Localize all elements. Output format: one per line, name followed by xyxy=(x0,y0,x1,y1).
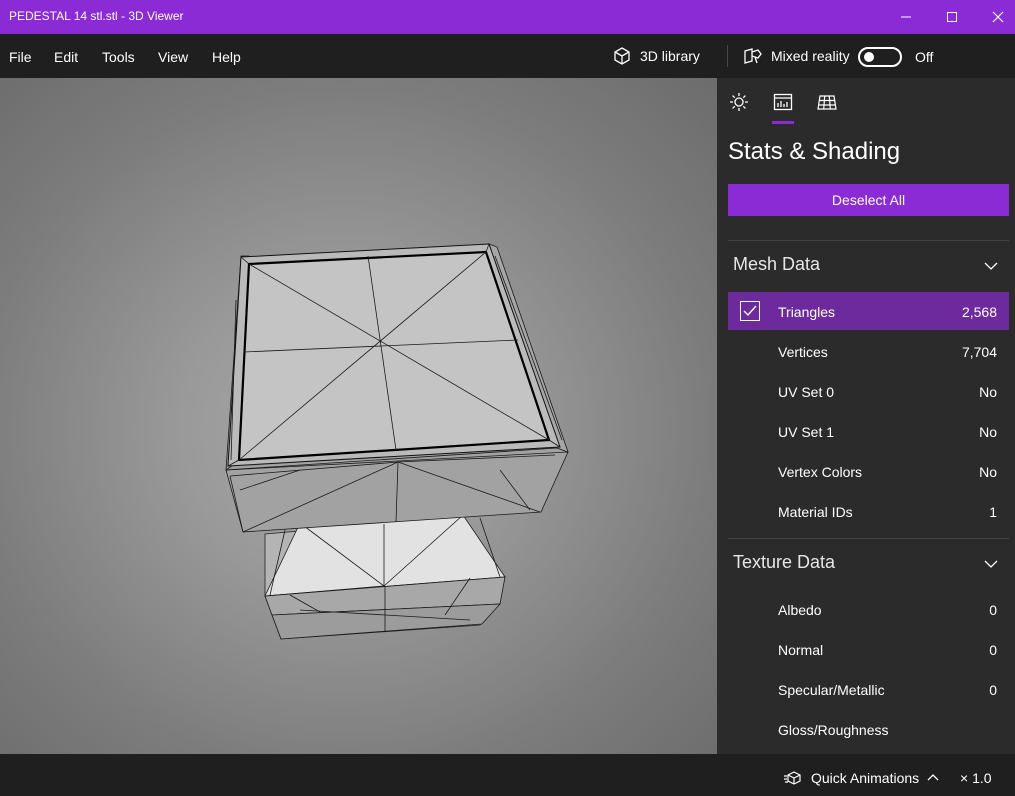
active-tab-indicator xyxy=(772,121,794,124)
row-value: 0 xyxy=(989,602,997,618)
mixed-reality-toggle[interactable] xyxy=(858,47,902,67)
toolbar-separator xyxy=(727,45,728,67)
row-label: Material IDs xyxy=(778,504,853,520)
row-value: 0 xyxy=(989,682,997,698)
row-value: No xyxy=(979,424,997,440)
row-label: Albedo xyxy=(778,602,822,618)
mesh-row-vertex-colors[interactable]: Vertex Colors No xyxy=(728,452,1009,490)
divider xyxy=(728,240,1009,241)
title-bar: PEDESTAL 14 stl.stl - 3D Viewer xyxy=(0,0,1015,34)
tab-lighting[interactable] xyxy=(727,90,751,114)
mesh-row-material-ids[interactable]: Material IDs 1 xyxy=(728,492,1009,530)
row-label: Gloss/Roughness xyxy=(778,722,889,738)
animation-speed[interactable]: × 1.0 xyxy=(960,770,992,786)
mesh-row-uv-set-1[interactable]: UV Set 1 No xyxy=(728,412,1009,450)
close-button[interactable] xyxy=(975,0,1015,34)
stats-panel: Stats & Shading Deselect All Mesh Data T… xyxy=(717,78,1015,754)
menu-help[interactable]: Help xyxy=(212,49,241,65)
row-label: UV Set 1 xyxy=(778,424,835,440)
row-value: 0 xyxy=(989,642,997,658)
minimize-icon xyxy=(901,16,911,18)
chevron-down-icon[interactable] xyxy=(983,556,999,572)
quick-animations-label: Quick Animations xyxy=(811,770,920,786)
menu-view[interactable]: View xyxy=(158,49,188,65)
maximize-button[interactable] xyxy=(929,0,975,34)
row-value: No xyxy=(979,464,997,480)
menu-edit[interactable]: Edit xyxy=(54,49,78,65)
texture-data-header[interactable]: Texture Data xyxy=(733,552,835,573)
animation-icon xyxy=(784,771,801,785)
panel-title: Stats & Shading xyxy=(728,138,901,165)
texture-row-gloss-roughness[interactable]: Gloss/Roughness xyxy=(728,710,1009,748)
row-value: 2,568 xyxy=(961,304,997,320)
row-label: Specular/Metallic xyxy=(778,682,885,698)
mesh-row-uv-set-0[interactable]: UV Set 0 No xyxy=(728,372,1009,410)
mesh-row-triangles[interactable]: Triangles 2,568 xyxy=(728,292,1009,330)
toggle-knob xyxy=(864,52,874,62)
checkmark-icon xyxy=(743,305,757,317)
quick-animations-button[interactable]: Quick Animations xyxy=(783,770,947,786)
window-title: PEDESTAL 14 stl.stl - 3D Viewer xyxy=(9,9,184,23)
tab-stats[interactable] xyxy=(771,90,795,114)
cube-icon xyxy=(614,47,630,65)
mesh-data-header[interactable]: Mesh Data xyxy=(733,254,820,275)
row-value: No xyxy=(979,384,997,400)
minimize-button[interactable] xyxy=(883,0,929,34)
texture-row-albedo[interactable]: Albedo 0 xyxy=(728,590,1009,628)
row-label: Vertex Colors xyxy=(778,464,863,480)
texture-row-normal[interactable]: Normal 0 xyxy=(728,630,1009,668)
row-value: 7,704 xyxy=(961,344,997,360)
grid-icon xyxy=(817,95,837,110)
row-label: Vertices xyxy=(778,344,828,360)
texture-row-specular-metallic[interactable]: Specular/Metallic 0 xyxy=(728,670,1009,708)
maximize-icon xyxy=(947,12,957,22)
close-icon xyxy=(992,11,1004,23)
row-value: 1 xyxy=(989,504,997,520)
menu-file[interactable]: File xyxy=(9,49,32,65)
tab-grid[interactable] xyxy=(815,90,839,114)
mixed-reality-button[interactable]: Mixed reality xyxy=(743,45,850,67)
row-label: Normal xyxy=(778,642,824,658)
3d-viewport[interactable] xyxy=(0,78,717,754)
bottom-bar: Quick Animations × 1.0 xyxy=(0,754,1015,796)
3d-library-button[interactable]: 3D library xyxy=(612,45,700,67)
deselect-all-button[interactable]: Deselect All xyxy=(728,184,1009,216)
mesh-row-vertices[interactable]: Vertices 7,704 xyxy=(728,332,1009,370)
divider xyxy=(728,538,1009,539)
chevron-up-icon xyxy=(927,774,939,781)
3d-library-label: 3D library xyxy=(640,48,700,64)
menu-tools[interactable]: Tools xyxy=(102,49,135,65)
mixed-reality-label: Mixed reality xyxy=(771,48,850,64)
mixed-reality-state: Off xyxy=(915,49,934,65)
row-label: Triangles xyxy=(778,304,836,320)
row-label: UV Set 0 xyxy=(778,384,835,400)
triangles-checkbox[interactable] xyxy=(740,301,760,321)
lighting-icon xyxy=(730,93,748,111)
chevron-down-icon[interactable] xyxy=(983,258,999,274)
stats-icon xyxy=(773,93,793,111)
model-wireframe xyxy=(225,243,569,640)
mixed-reality-icon xyxy=(744,48,762,64)
